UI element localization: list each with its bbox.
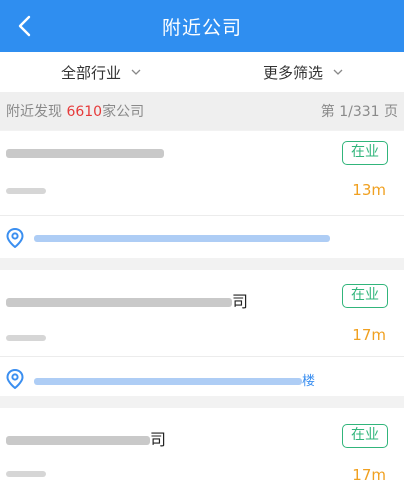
page-indicator: 第 1/331 页	[320, 104, 398, 120]
company-card[interactable]: 司 在业 17m	[0, 408, 404, 491]
distance: 17m	[352, 326, 386, 344]
distance: 13m	[352, 181, 386, 199]
legal-person	[6, 330, 46, 345]
company-address[interactable]: 楼	[0, 358, 404, 400]
company-name: 司	[6, 426, 166, 450]
legal-person	[6, 466, 46, 481]
industry-filter-label: 全部行业	[60, 63, 121, 82]
chevron-down-icon	[333, 69, 343, 75]
app-header: 附近公司	[0, 0, 404, 52]
company-card[interactable]: 司 在业 17m 楼	[0, 270, 404, 396]
more-filter[interactable]: 更多筛选	[202, 62, 404, 83]
divider	[0, 356, 404, 357]
status-badge: 在业	[342, 141, 388, 165]
more-filter-label: 更多筛选	[262, 63, 323, 82]
chevron-down-icon	[131, 69, 141, 75]
result-summary: 附近发现 6610家公司 第 1/331 页	[0, 92, 404, 130]
divider	[0, 215, 404, 216]
filter-bar: 全部行业 更多筛选	[0, 52, 404, 92]
status-badge: 在业	[342, 284, 388, 308]
summary-suffix: 家公司	[102, 104, 145, 120]
back-button[interactable]	[8, 10, 40, 42]
company-name: 司	[6, 288, 248, 312]
company-name	[6, 143, 164, 162]
location-pin-icon	[6, 228, 24, 248]
distance: 17m	[352, 466, 386, 484]
address-text: 楼	[34, 370, 315, 389]
company-address[interactable]	[0, 217, 404, 259]
summary-prefix: 附近发现	[6, 104, 67, 120]
address-text	[34, 231, 330, 246]
industry-filter[interactable]: 全部行业	[0, 62, 202, 83]
company-card[interactable]: 在业 13m	[0, 131, 404, 258]
result-count: 附近发现 6610家公司	[6, 101, 144, 121]
summary-count: 6610	[66, 104, 103, 120]
chevron-left-icon	[18, 15, 31, 37]
legal-person	[6, 183, 46, 198]
status-badge: 在业	[342, 424, 388, 448]
location-pin-icon	[6, 369, 24, 389]
page-title: 附近公司	[161, 16, 242, 39]
